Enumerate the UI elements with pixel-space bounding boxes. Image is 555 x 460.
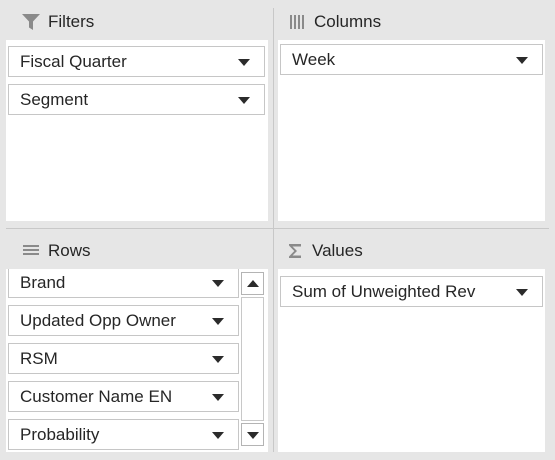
filter-icon [20,12,42,32]
columns-drop-area[interactable]: Week [278,40,545,221]
row-field-brand[interactable]: Brand [8,269,239,298]
columns-title: Columns [314,12,382,31]
field-label: Updated Opp Owner [20,311,176,330]
chevron-down-icon[interactable] [212,356,224,363]
field-label: Sum of Unweighted Rev [292,282,476,301]
scroll-up-button[interactable] [241,272,264,295]
values-header: Values [278,232,545,270]
rows-header: Rows [6,232,268,270]
filters-drop-area[interactable]: Fiscal Quarter Segment [6,40,268,221]
chevron-down-icon[interactable] [212,318,224,325]
triangle-up-icon [247,280,259,287]
scroll-down-button[interactable] [241,423,264,446]
columns-icon [286,12,308,32]
chevron-down-icon[interactable] [212,432,224,439]
rows-title: Rows [48,241,91,260]
filters-header: Filters [6,3,268,41]
pane-divider-horizontal [6,228,549,229]
chevron-down-icon[interactable] [516,289,528,296]
scrollbar-track[interactable] [241,297,264,421]
field-label: Fiscal Quarter [20,52,127,71]
columns-header: Columns [278,3,545,41]
columns-pane: Columns Week [278,3,545,221]
chevron-down-icon[interactable] [238,59,250,66]
filters-pane: Filters Fiscal Quarter Segment [6,3,268,221]
field-label: Customer Name EN [20,387,173,406]
rows-drop-area[interactable]: Brand Updated Opp Owner RSM Customer Nam… [6,269,268,452]
chevron-down-icon[interactable] [516,57,528,64]
chevron-down-icon[interactable] [238,97,250,104]
chevron-down-icon[interactable] [212,280,224,287]
sigma-icon [284,241,306,261]
values-pane: Values Sum of Unweighted Rev [278,232,545,452]
rows-icon [20,241,42,261]
field-label: Week [292,50,336,69]
row-field-rsm[interactable]: RSM [8,343,239,374]
pane-divider-vertical [273,8,274,452]
rows-pane: Rows Brand Updated Opp Owner RSM Custome… [6,232,268,452]
row-field-probability[interactable]: Probability [8,419,239,450]
field-label: RSM [20,349,58,368]
column-field-week[interactable]: Week [280,44,543,75]
filters-title: Filters [48,12,95,31]
chevron-down-icon[interactable] [212,394,224,401]
field-label: Probability [20,425,100,444]
filter-field-segment[interactable]: Segment [8,84,265,115]
row-field-customer-name-en[interactable]: Customer Name EN [8,381,239,412]
values-drop-area[interactable]: Sum of Unweighted Rev [278,269,545,452]
values-title: Values [312,241,363,260]
value-field-sum-of-unweighted-rev[interactable]: Sum of Unweighted Rev [280,276,543,307]
field-label: Brand [20,273,66,292]
filter-field-fiscal-quarter[interactable]: Fiscal Quarter [8,46,265,77]
triangle-down-icon [247,432,259,439]
field-label: Segment [20,90,89,109]
row-field-updated-opp-owner[interactable]: Updated Opp Owner [8,305,239,336]
